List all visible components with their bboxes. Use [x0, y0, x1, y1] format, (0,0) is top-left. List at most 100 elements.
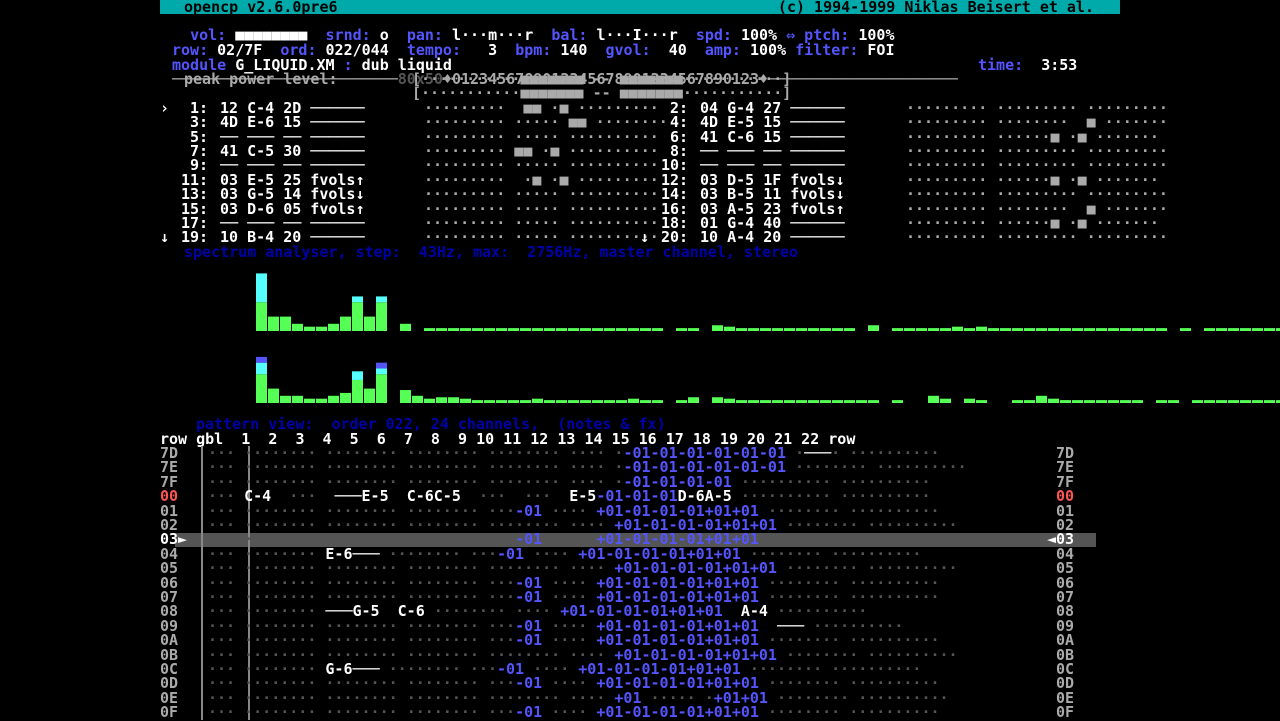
spectrum-right-bar: [940, 398, 951, 403]
spectrum-right-bar: [736, 400, 747, 403]
spectrum-right-bar: [304, 398, 315, 403]
spectrum-right-bar: [1132, 400, 1143, 403]
spectrum-right-bar: [604, 400, 615, 403]
spectrum-right-bar: [868, 400, 879, 403]
spectrum-left-bar: [400, 323, 411, 331]
spectrum-right-bar: [1060, 400, 1071, 403]
spectrum-left-bar: [652, 328, 663, 331]
spectrum-left-bar: [868, 325, 879, 331]
spectrum-right-bar: [328, 395, 339, 403]
spectrum-left-bar: [904, 328, 915, 331]
spectrum-left-bar: [364, 316, 375, 331]
spectrum-right-bar: [256, 374, 267, 403]
spectrum-left-bar: [892, 328, 903, 331]
spectrum-right-bar: [532, 398, 543, 403]
spectrum-right-bar: [280, 395, 291, 403]
spectrum-right-bar: [268, 388, 279, 403]
spectrum-right-bar: [928, 395, 939, 403]
spectrum-right-bar: [724, 398, 735, 403]
spectrum-right-bar: [424, 398, 435, 403]
spectrum-left-bar: [1216, 328, 1227, 331]
spectrum-right-bar: [376, 368, 387, 375]
spectrum-left-bar: [340, 316, 351, 331]
spectrum-left-bar: [508, 328, 519, 331]
spectrum-left-bar: [520, 328, 531, 331]
spectrum-right-bar: [460, 398, 471, 403]
spectrum-left-bar: [352, 302, 363, 331]
spectrum-right-bar: [1084, 400, 1095, 403]
spectrum-left-bar: [556, 328, 567, 331]
spectrum-left-bar: [532, 328, 543, 331]
spectrum-right-bar: [1228, 400, 1239, 403]
spectrum-left-bar: [1108, 328, 1119, 331]
spectrum-right-bar: [784, 400, 795, 403]
spectrum-left-bar: [292, 323, 303, 331]
spectrum-right-bar: [1048, 398, 1059, 403]
spectrum-left-bar: [976, 326, 987, 331]
spectrum-right-bar: [472, 400, 483, 403]
spectrum-left-bar: [484, 328, 495, 331]
spectrum-left-bar: [1000, 328, 1011, 331]
spectrum-left-bar: [1012, 328, 1023, 331]
spectrum-right-bar: [316, 398, 327, 403]
spectrum-right-bar: [568, 400, 579, 403]
row-number-right: 0F: [1047, 703, 1075, 721]
spectrum-right-bar: [628, 398, 639, 403]
spectrum-left-bar: [304, 326, 315, 331]
spectrum-left-bar: [592, 328, 603, 331]
spectrum-right-bar: [1204, 400, 1215, 403]
pattern-row[interactable]: ··· ········ ········ ········ ···-01 ··…: [208, 705, 940, 720]
spectrum-right-bar: [496, 400, 507, 403]
spectrum-left-bar: [1144, 328, 1155, 331]
spectrum-right-bar: [256, 356, 267, 363]
spectrum-left-bar: [1228, 328, 1239, 331]
spectrum-left-bar: [832, 328, 843, 331]
spectrum-left-bar: [712, 325, 723, 331]
spectrum-right-bar: [352, 371, 363, 380]
spectrum-right-bar: [976, 400, 987, 403]
spectrum-right-bar: [856, 400, 867, 403]
spectrum-left-bar: [748, 328, 759, 331]
spectrum-left-bar: [760, 328, 771, 331]
spectrum-left-bar: [1060, 328, 1071, 331]
spectrum-left-bar: [448, 328, 459, 331]
spectrum-left-bar: [1252, 328, 1263, 331]
spectrum-left-bar: [916, 328, 927, 331]
spectrum-left-bar: [1096, 328, 1107, 331]
spectrum-right-bar: [412, 395, 423, 403]
spectrum-right-bar: [1120, 400, 1131, 403]
spectrum-right-bar: [808, 400, 819, 403]
spectrum-left-bar: [436, 328, 447, 331]
spectrum-left-bar: [472, 328, 483, 331]
spectrum-left-bar: [628, 328, 639, 331]
spectrum-right-bar: [1264, 400, 1275, 403]
spectrum-right-bar: [1036, 395, 1047, 403]
spectrum-right-bar: [1252, 400, 1263, 403]
spectrum-right-bar: [1072, 400, 1083, 403]
spectrum-left-bar: [676, 328, 687, 331]
spectrum-left-bar: [316, 326, 327, 331]
spectrum-right-bar: [448, 397, 459, 403]
spectrum-left-bar: [964, 328, 975, 331]
spectrum-right-bar: [376, 362, 387, 369]
spectrum-right-bar: [292, 395, 303, 403]
spectrum-left-bar: [736, 328, 747, 331]
spectrum-right-bar: [772, 400, 783, 403]
spectrum-right-bar: [796, 400, 807, 403]
spectrum-left-bar: [772, 328, 783, 331]
spectrum-right-bar: [820, 400, 831, 403]
spectrum-left-bar: [988, 328, 999, 331]
spectrum-left-bar: [1156, 328, 1167, 331]
spectrum-left-bar: [796, 328, 807, 331]
spectrum-left-bar: [604, 328, 615, 331]
spectrum-left-bar: [568, 328, 579, 331]
separator-line: [201, 446, 203, 720]
spectrum-left-bar: [784, 328, 795, 331]
spectrum-left-bar: [1204, 328, 1215, 331]
spectrum-right-bar: [688, 397, 699, 403]
spectrum-right-bar: [256, 362, 267, 375]
spectrum-left-bar: [1180, 328, 1191, 331]
spectrum-right-bar: [400, 390, 411, 403]
spectrum-left-bar: [460, 328, 471, 331]
spectrum-left-bar: [1048, 328, 1059, 331]
